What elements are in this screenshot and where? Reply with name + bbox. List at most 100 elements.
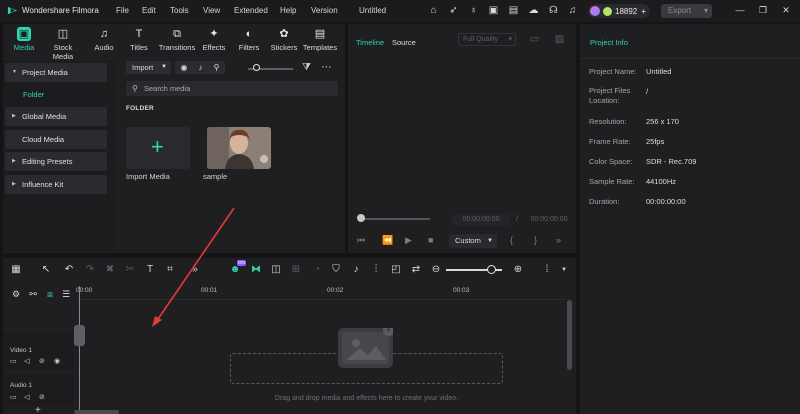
voiceover-icon[interactable]: ⚲	[214, 63, 220, 72]
cloud-upload-icon[interactable]: ☁	[527, 4, 540, 17]
time-ruler[interactable]	[76, 284, 566, 300]
record-icon[interactable]: ◉	[181, 63, 188, 72]
speaker-icon[interactable]: ◁	[24, 393, 29, 401]
previous-frame-icon[interactable]: ⏮	[357, 235, 365, 246]
sidebar-item-editing-presets[interactable]: ▶ Editing Presets	[5, 152, 107, 171]
step-back-icon[interactable]: ⏪	[382, 235, 393, 246]
sidebar-item-cloud-media[interactable]: Cloud Media	[5, 130, 107, 149]
menu-version[interactable]: Version	[311, 6, 338, 15]
export-button[interactable]: Export ▾	[661, 4, 712, 18]
snap-icon[interactable]: ⧓	[250, 264, 262, 276]
horizontal-scrollbar[interactable]	[74, 410, 119, 414]
preview-progress-knob[interactable]	[357, 214, 365, 222]
keyframe-icon[interactable]: ⊞	[290, 264, 302, 276]
link-icon[interactable]: ⚯	[27, 288, 39, 300]
menu-help[interactable]: Help	[280, 6, 296, 15]
folder-icon[interactable]: ▭	[10, 393, 17, 401]
menu-tools[interactable]: Tools	[170, 6, 189, 15]
shield-icon[interactable]: ⛉	[330, 264, 342, 276]
aspect-ratio-select[interactable]: Custom ▼	[449, 234, 497, 248]
replace-icon[interactable]: ⇄	[410, 264, 422, 276]
select-tool-icon[interactable]: ↖	[40, 264, 52, 276]
tab-stickers[interactable]: ✿ Stickers	[264, 27, 304, 53]
avatar[interactable]	[590, 6, 600, 16]
rocket-icon[interactable]: ➶	[447, 4, 460, 17]
chevron-down-icon[interactable]: ▼	[558, 264, 570, 276]
speaker-icon[interactable]: ◁	[24, 357, 29, 365]
cut-icon[interactable]: ✂	[124, 264, 136, 276]
layout-icon[interactable]: ▣	[487, 4, 500, 17]
tab-effects[interactable]: ✦ Effects	[194, 27, 234, 53]
sidebar-item-global-media[interactable]: ▶ Global Media	[5, 107, 107, 126]
tab-timeline-preview[interactable]: Timeline	[356, 38, 384, 47]
notification-bell-icon[interactable]: ♫	[566, 4, 579, 17]
zoom-in-icon[interactable]: ⊕	[512, 264, 524, 276]
tab-stock-media[interactable]: ◫ Stock Media	[43, 27, 83, 61]
stop-icon[interactable]: ■	[428, 235, 433, 245]
play-icon[interactable]: ▶	[405, 235, 412, 246]
media-thumbnail[interactable]	[207, 127, 271, 169]
sidebar-item-project-media[interactable]: ▼ Project Media	[5, 63, 107, 82]
headset-icon[interactable]: ☊	[547, 4, 560, 17]
minimize-icon[interactable]: —	[734, 4, 746, 16]
mark-in-icon[interactable]: {	[510, 235, 513, 245]
add-track-icon[interactable]: +	[35, 405, 41, 414]
picture-in-picture-icon[interactable]: ◰	[390, 264, 402, 276]
tab-media[interactable]: ▣ Media	[4, 27, 44, 53]
undo-icon[interactable]: ↶	[63, 264, 75, 276]
playhead-handle[interactable]	[74, 325, 85, 346]
tab-templates[interactable]: ▤ Templates	[300, 27, 340, 53]
menu-edit[interactable]: Edit	[142, 6, 156, 15]
tab-filters[interactable]: ◐ Filters	[229, 27, 269, 53]
slider-knob[interactable]	[253, 64, 260, 71]
audio-mixer-icon[interactable]: ⫶	[370, 264, 382, 276]
tab-audio[interactable]: ♫ Audio	[84, 27, 124, 53]
delete-icon[interactable]: ✖	[104, 264, 116, 276]
text-tool-icon[interactable]: T	[144, 264, 156, 276]
folder-icon[interactable]: ▭	[10, 357, 17, 365]
sidebar-item-influence-kit[interactable]: ▶ Influence Kit	[5, 175, 107, 194]
marker-icon[interactable]: ◫	[270, 264, 282, 276]
lock-icon[interactable]: ⊘	[39, 393, 45, 401]
tab-transitions[interactable]: ⧉ Transitions	[157, 27, 197, 53]
close-icon[interactable]: ✕	[780, 4, 792, 16]
magnet-icon[interactable]: ⧈	[44, 288, 56, 300]
speed-icon[interactable]: ◔	[311, 264, 323, 276]
credits-badge[interactable]: 18892 +	[588, 4, 650, 18]
track-manager-icon[interactable]: ☰	[60, 288, 72, 300]
sidebar-item-folder[interactable]: Folder	[23, 90, 44, 99]
search-input[interactable]: ⚲ Search media	[126, 81, 338, 96]
menu-view[interactable]: View	[203, 6, 220, 15]
add-credits-icon[interactable]: +	[641, 7, 646, 16]
restore-icon[interactable]: ❐	[757, 4, 769, 16]
crop-icon[interactable]: ⌗	[164, 264, 176, 276]
import-button[interactable]: Import ▼	[126, 61, 171, 74]
zoom-knob[interactable]	[487, 265, 496, 274]
compare-view-icon[interactable]: ▭	[528, 33, 541, 46]
timeline-settings-icon[interactable]: ⁞	[541, 264, 553, 276]
import-media-tile[interactable]: +	[126, 127, 190, 169]
more-tools-icon[interactable]: »	[189, 264, 201, 276]
menu-extended[interactable]: Extended	[234, 6, 268, 15]
playhead[interactable]	[79, 286, 80, 414]
layout-grid-icon[interactable]: ▦	[10, 264, 22, 276]
microphone-icon[interactable]: ♪	[350, 264, 362, 276]
gift-icon[interactable]: ⌂	[427, 4, 440, 17]
menu-file[interactable]: File	[116, 6, 129, 15]
lightbulb-icon[interactable]: ♁	[467, 4, 480, 17]
filter-funnel-icon[interactable]: ⧩	[300, 61, 313, 74]
more-options-icon[interactable]: ⋯	[320, 61, 333, 74]
zoom-out-icon[interactable]: ⊖	[430, 264, 442, 276]
fast-forward-icon[interactable]: »	[556, 235, 561, 245]
settings-gear-icon[interactable]: ⚙	[10, 288, 22, 300]
eye-icon[interactable]: ◉	[54, 357, 60, 365]
preview-progress-track[interactable]	[360, 218, 430, 220]
tab-titles[interactable]: T Titles	[119, 27, 159, 53]
timeline-scrollbar[interactable]	[567, 300, 572, 370]
redo-icon[interactable]: ↷	[84, 264, 96, 276]
mark-out-icon[interactable]: }	[534, 235, 537, 245]
quality-select[interactable]: Full Quality ▾	[458, 33, 516, 46]
microphone-icon[interactable]: ♪	[199, 63, 203, 72]
save-icon[interactable]: ▤	[507, 4, 520, 17]
tab-source-preview[interactable]: Source	[392, 38, 416, 47]
